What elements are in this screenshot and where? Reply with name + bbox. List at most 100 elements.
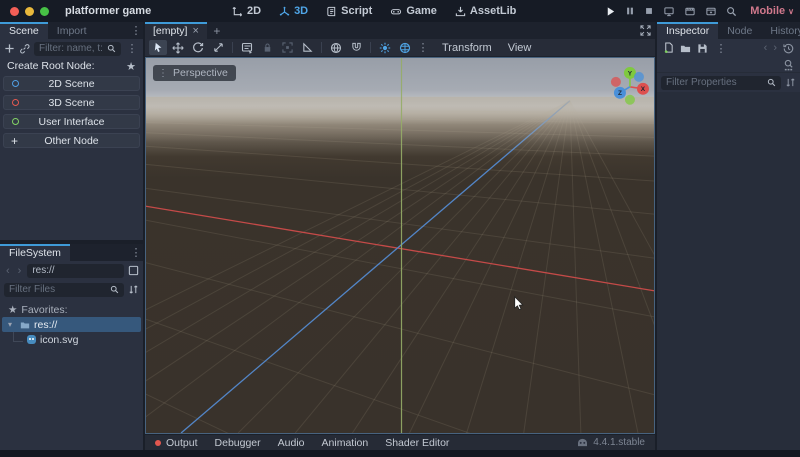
expand-viewport-icon[interactable] <box>635 22 655 39</box>
tab-history[interactable]: History <box>761 22 800 39</box>
stop-button[interactable] <box>644 6 654 16</box>
plus-icon: + <box>11 135 18 147</box>
rotate-tool-button[interactable] <box>189 40 207 55</box>
tab-filesystem[interactable]: FileSystem <box>0 244 70 261</box>
create-other-node-button[interactable]: + Other Node <box>3 133 140 148</box>
play-button[interactable] <box>605 6 616 17</box>
maximize-window-button[interactable] <box>40 7 49 16</box>
3d-viewport[interactable]: XYZ ⋮ Perspective <box>145 57 655 434</box>
scene-filter-input[interactable]: Filter: name, t:type, <box>34 42 121 56</box>
sort-files-icon[interactable] <box>128 284 139 295</box>
group-button[interactable] <box>278 40 296 55</box>
remote-debug-button[interactable] <box>663 6 675 17</box>
bottom-panel-bar: Output Debugger Audio Animation Shader E… <box>145 434 655 450</box>
workspace-tabs: 2D 3D Script Game AssetLib <box>232 0 516 22</box>
filter-files-input[interactable]: Filter Files <box>4 283 124 297</box>
caret-down-icon[interactable]: ▾ <box>8 320 16 329</box>
download-icon <box>455 6 466 17</box>
inspector-object-row <box>657 57 800 73</box>
titlebar: platformer game 2D 3D Script Game AssetL… <box>0 0 800 22</box>
instantiate-scene-button[interactable] <box>19 43 30 54</box>
panel-output[interactable]: Output <box>155 437 198 449</box>
preview-sun-toggle[interactable] <box>376 40 394 55</box>
move-tool-button[interactable] <box>169 40 187 55</box>
create-root-node-header: Create Root Node: ★ <box>0 58 143 74</box>
create-3d-scene-button[interactable]: 3D Scene <box>3 95 140 110</box>
nav-forward-icon[interactable]: › <box>16 265 24 277</box>
save-icon[interactable] <box>697 43 708 54</box>
movie-maker-button[interactable] <box>726 6 737 17</box>
filter-properties-input[interactable]: Filter Properties <box>661 76 781 90</box>
scene-tab-empty[interactable]: [empty] × <box>145 22 207 39</box>
renderer-dropdown[interactable]: Mobile ∨ <box>750 5 794 17</box>
script-icon <box>326 6 337 17</box>
workspace-tab-2d[interactable]: 2D <box>232 5 261 17</box>
panel-animation[interactable]: Animation <box>322 437 369 449</box>
edit-history-icon[interactable] <box>783 43 794 54</box>
panel-debugger[interactable]: Debugger <box>215 437 261 449</box>
window-controls <box>10 7 49 16</box>
icon-svg-row[interactable]: icon.svg <box>0 332 143 347</box>
workspace-tab-game[interactable]: Game <box>390 5 437 17</box>
main-layout: Scene Import ⋮ Filter: name, t:type, ⋮ C… <box>0 22 800 450</box>
property-filter-options-icon[interactable] <box>785 77 796 88</box>
scene-panel-menu-icon[interactable]: ⋮ <box>129 22 143 39</box>
inspector-filter-row: Filter Properties <box>657 73 800 92</box>
minimize-window-button[interactable] <box>25 7 34 16</box>
lock-button[interactable] <box>258 40 276 55</box>
favorites-row[interactable]: ★ Favorites: <box>0 302 143 317</box>
view-menu[interactable]: View <box>508 42 532 54</box>
create-2d-scene-button[interactable]: 2D Scene <box>3 76 140 91</box>
res-folder-row[interactable]: ▾ res:// <box>2 317 141 332</box>
scene-panel: Scene Import ⋮ Filter: name, t:type, ⋮ C… <box>0 22 143 240</box>
select-tool-button[interactable] <box>149 40 167 55</box>
filesystem-panel-menu-icon[interactable]: ⋮ <box>129 244 143 261</box>
viewport-menus: Transform View <box>442 42 531 54</box>
play-scene-button[interactable] <box>684 6 696 17</box>
workspace-tab-assetlib[interactable]: AssetLib <box>455 5 516 17</box>
pause-button[interactable] <box>625 6 635 16</box>
favorites-star-icon[interactable]: ★ <box>126 60 136 73</box>
godot-logo-icon <box>577 438 588 447</box>
nav-back-icon[interactable]: ‹ <box>4 265 12 277</box>
load-resource-folder-icon[interactable] <box>680 43 691 54</box>
panel-shader-editor[interactable]: Shader Editor <box>385 437 449 449</box>
preview-environment-toggle[interactable] <box>396 40 414 55</box>
close-icon[interactable]: × <box>192 25 198 37</box>
play-custom-scene-button[interactable] <box>705 6 717 17</box>
history-back-icon[interactable]: ‹ <box>764 42 768 54</box>
transform-menu[interactable]: Transform <box>442 42 492 54</box>
search-icon <box>107 44 116 53</box>
filesystem-nav-row: ‹ › res:// <box>0 261 143 280</box>
close-window-button[interactable] <box>10 7 19 16</box>
current-path-field[interactable]: res:// <box>27 264 124 278</box>
scene-toolbar-menu-icon[interactable]: ⋮ <box>125 42 139 55</box>
selection-list-button[interactable] <box>238 40 256 55</box>
toggle-split-mode-icon[interactable] <box>128 265 139 276</box>
new-resource-icon[interactable] <box>663 42 674 54</box>
tab-scene[interactable]: Scene <box>0 22 48 39</box>
tab-import[interactable]: Import <box>48 22 96 39</box>
add-scene-tab-button[interactable]: + <box>207 22 227 39</box>
snap-toggle-button[interactable] <box>347 40 365 55</box>
scene-toolbar: Filter: name, t:type, ⋮ <box>0 39 143 58</box>
tree-elbow <box>13 332 23 342</box>
folder-icon <box>20 320 30 330</box>
open-documentation-icon[interactable] <box>783 59 794 71</box>
sun-environment-menu-icon[interactable]: ⋮ <box>416 41 430 54</box>
create-user-interface-button[interactable]: User Interface <box>3 114 140 129</box>
svg-text:X: X <box>641 86 646 93</box>
tab-node[interactable]: Node <box>718 22 761 39</box>
scale-tool-button[interactable] <box>209 40 227 55</box>
perspective-button[interactable]: ⋮ Perspective <box>153 65 236 81</box>
local-space-toggle-button[interactable] <box>327 40 345 55</box>
ruler-tool-button[interactable] <box>298 40 316 55</box>
resource-menu-icon[interactable]: ⋮ <box>714 42 728 55</box>
3d-icon <box>279 6 290 17</box>
tab-inspector[interactable]: Inspector <box>657 22 718 39</box>
panel-audio[interactable]: Audio <box>278 437 305 449</box>
history-forward-icon[interactable]: › <box>773 42 777 54</box>
workspace-tab-script[interactable]: Script <box>326 5 372 17</box>
workspace-tab-3d[interactable]: 3D <box>279 5 308 17</box>
add-node-button[interactable] <box>4 43 15 54</box>
